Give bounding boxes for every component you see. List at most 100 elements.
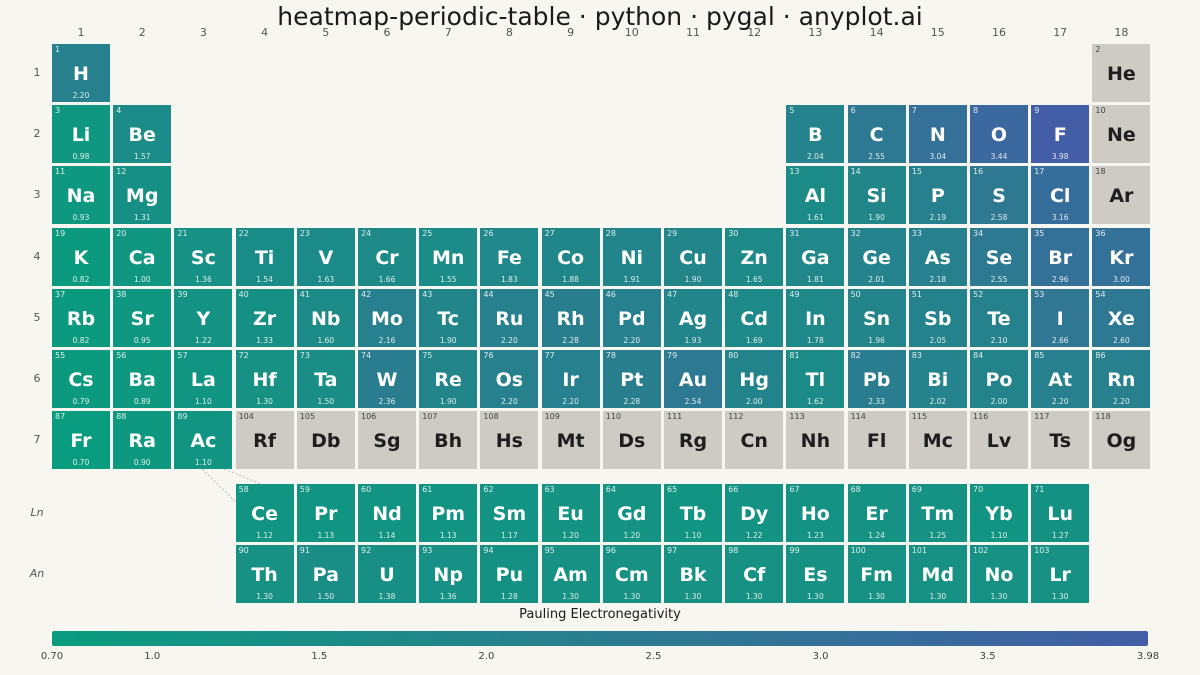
element-cell-bh[interactable]: 107 Bh bbox=[419, 411, 478, 469]
element-cell-cl[interactable]: 17 Cl 3.16 bbox=[1031, 166, 1090, 224]
element-cell-se[interactable]: 34 Se 2.55 bbox=[970, 228, 1028, 286]
element-cell-ge[interactable]: 32 Ge 2.01 bbox=[847, 228, 906, 286]
element-cell-nd[interactable]: 60 Nd 1.14 bbox=[358, 484, 416, 542]
element-cell-k[interactable]: 19 K 0.82 bbox=[52, 228, 110, 286]
element-cell-zr[interactable]: 40 Zr 1.33 bbox=[235, 289, 294, 347]
element-cell-po[interactable]: 84 Po 2.00 bbox=[970, 350, 1028, 408]
element-cell-ac[interactable]: 89 Ac 1.10 bbox=[174, 411, 233, 469]
element-cell-hs[interactable]: 108 Hs bbox=[480, 411, 539, 469]
element-cell-ne[interactable]: 10 Ne bbox=[1092, 105, 1151, 163]
element-cell-sc[interactable]: 21 Sc 1.36 bbox=[174, 228, 233, 286]
element-cell-s[interactable]: 16 S 2.58 bbox=[970, 166, 1028, 224]
element-cell-n[interactable]: 7 N 3.04 bbox=[908, 105, 967, 163]
element-cell-pt[interactable]: 78 Pt 2.28 bbox=[602, 350, 661, 408]
element-cell-as[interactable]: 33 As 2.18 bbox=[908, 228, 967, 286]
element-cell-te[interactable]: 52 Te 2.10 bbox=[970, 289, 1028, 347]
element-cell-th[interactable]: 90 Th 1.30 bbox=[235, 545, 294, 603]
element-cell-ds[interactable]: 110 Ds bbox=[602, 411, 661, 469]
element-cell-h[interactable]: 1 H 2.20 bbox=[52, 44, 110, 102]
element-cell-os[interactable]: 76 Os 2.20 bbox=[480, 350, 539, 408]
element-cell-bk[interactable]: 97 Bk 1.30 bbox=[664, 545, 722, 603]
element-cell-np[interactable]: 93 Np 1.36 bbox=[419, 545, 478, 603]
element-cell-lr[interactable]: 103 Lr 1.30 bbox=[1031, 545, 1090, 603]
element-cell-cu[interactable]: 29 Cu 1.90 bbox=[664, 228, 722, 286]
element-cell-ar[interactable]: 18 Ar bbox=[1092, 166, 1151, 224]
element-cell-li[interactable]: 3 Li 0.98 bbox=[52, 105, 110, 163]
element-cell-ru[interactable]: 44 Ru 2.20 bbox=[480, 289, 539, 347]
element-cell-fl[interactable]: 114 Fl bbox=[847, 411, 906, 469]
element-cell-lu[interactable]: 71 Lu 1.27 bbox=[1031, 484, 1090, 542]
element-cell-gd[interactable]: 64 Gd 1.20 bbox=[602, 484, 661, 542]
element-cell-lv[interactable]: 116 Lv bbox=[970, 411, 1028, 469]
element-cell-f[interactable]: 9 F 3.98 bbox=[1031, 105, 1090, 163]
element-cell-ga[interactable]: 31 Ga 1.81 bbox=[786, 228, 845, 286]
element-cell-am[interactable]: 95 Am 1.30 bbox=[541, 545, 600, 603]
element-cell-db[interactable]: 105 Db bbox=[296, 411, 355, 469]
element-cell-rf[interactable]: 104 Rf bbox=[235, 411, 294, 469]
element-cell-nh[interactable]: 113 Nh bbox=[786, 411, 845, 469]
element-cell-pa[interactable]: 91 Pa 1.50 bbox=[296, 545, 355, 603]
element-cell-re[interactable]: 75 Re 1.90 bbox=[419, 350, 478, 408]
element-cell-bi[interactable]: 83 Bi 2.02 bbox=[908, 350, 967, 408]
element-cell-ir[interactable]: 77 Ir 2.20 bbox=[541, 350, 600, 408]
element-cell-at[interactable]: 85 At 2.20 bbox=[1031, 350, 1090, 408]
element-cell-pd[interactable]: 46 Pd 2.20 bbox=[602, 289, 661, 347]
element-cell-al[interactable]: 13 Al 1.61 bbox=[786, 166, 845, 224]
element-cell-cr[interactable]: 24 Cr 1.66 bbox=[358, 228, 416, 286]
element-cell-rn[interactable]: 86 Rn 2.20 bbox=[1092, 350, 1151, 408]
element-cell-mn[interactable]: 25 Mn 1.55 bbox=[419, 228, 478, 286]
element-cell-sb[interactable]: 51 Sb 2.05 bbox=[908, 289, 967, 347]
element-cell-fm[interactable]: 100 Fm 1.30 bbox=[847, 545, 906, 603]
element-cell-tm[interactable]: 69 Tm 1.25 bbox=[908, 484, 967, 542]
element-cell-mg[interactable]: 12 Mg 1.31 bbox=[113, 166, 172, 224]
element-cell-rh[interactable]: 45 Rh 2.28 bbox=[541, 289, 600, 347]
element-cell-ti[interactable]: 22 Ti 1.54 bbox=[235, 228, 294, 286]
element-cell-be[interactable]: 4 Be 1.57 bbox=[113, 105, 172, 163]
element-cell-hg[interactable]: 80 Hg 2.00 bbox=[725, 350, 784, 408]
element-cell-tl[interactable]: 81 Tl 1.62 bbox=[786, 350, 845, 408]
element-cell-cd[interactable]: 48 Cd 1.69 bbox=[725, 289, 784, 347]
element-cell-es[interactable]: 99 Es 1.30 bbox=[786, 545, 845, 603]
element-cell-tb[interactable]: 65 Tb 1.10 bbox=[664, 484, 722, 542]
element-cell-w[interactable]: 74 W 2.36 bbox=[358, 350, 416, 408]
element-cell-ba[interactable]: 56 Ba 0.89 bbox=[113, 350, 172, 408]
element-cell-ni[interactable]: 28 Ni 1.91 bbox=[602, 228, 661, 286]
element-cell-cm[interactable]: 96 Cm 1.30 bbox=[602, 545, 661, 603]
element-cell-mt[interactable]: 109 Mt bbox=[541, 411, 600, 469]
element-cell-ag[interactable]: 47 Ag 1.93 bbox=[664, 289, 722, 347]
element-cell-cn[interactable]: 112 Cn bbox=[725, 411, 784, 469]
element-cell-he[interactable]: 2 He bbox=[1092, 44, 1151, 102]
element-cell-sm[interactable]: 62 Sm 1.17 bbox=[480, 484, 539, 542]
element-cell-tc[interactable]: 43 Tc 1.90 bbox=[419, 289, 478, 347]
element-cell-eu[interactable]: 63 Eu 1.20 bbox=[541, 484, 600, 542]
element-cell-ts[interactable]: 117 Ts bbox=[1031, 411, 1090, 469]
element-cell-zn[interactable]: 30 Zn 1.65 bbox=[725, 228, 784, 286]
element-cell-fe[interactable]: 26 Fe 1.83 bbox=[480, 228, 539, 286]
element-cell-p[interactable]: 15 P 2.19 bbox=[908, 166, 967, 224]
element-cell-kr[interactable]: 36 Kr 3.00 bbox=[1092, 228, 1151, 286]
element-cell-hf[interactable]: 72 Hf 1.30 bbox=[235, 350, 294, 408]
element-cell-b[interactable]: 5 B 2.04 bbox=[786, 105, 845, 163]
element-cell-br[interactable]: 35 Br 2.96 bbox=[1031, 228, 1090, 286]
element-cell-la[interactable]: 57 La 1.10 bbox=[174, 350, 233, 408]
element-cell-cs[interactable]: 55 Cs 0.79 bbox=[52, 350, 110, 408]
element-cell-pr[interactable]: 59 Pr 1.13 bbox=[296, 484, 355, 542]
element-cell-nb[interactable]: 41 Nb 1.60 bbox=[296, 289, 355, 347]
element-cell-fr[interactable]: 87 Fr 0.70 bbox=[52, 411, 110, 469]
element-cell-md[interactable]: 101 Md 1.30 bbox=[908, 545, 967, 603]
element-cell-mc[interactable]: 115 Mc bbox=[908, 411, 967, 469]
element-cell-mo[interactable]: 42 Mo 2.16 bbox=[358, 289, 416, 347]
element-cell-yb[interactable]: 70 Yb 1.10 bbox=[970, 484, 1028, 542]
element-cell-ca[interactable]: 20 Ca 1.00 bbox=[113, 228, 172, 286]
element-cell-in[interactable]: 49 In 1.78 bbox=[786, 289, 845, 347]
element-cell-ta[interactable]: 73 Ta 1.50 bbox=[296, 350, 355, 408]
element-cell-si[interactable]: 14 Si 1.90 bbox=[847, 166, 906, 224]
element-cell-rg[interactable]: 111 Rg bbox=[664, 411, 722, 469]
element-cell-y[interactable]: 39 Y 1.22 bbox=[174, 289, 233, 347]
element-cell-ra[interactable]: 88 Ra 0.90 bbox=[113, 411, 172, 469]
element-cell-er[interactable]: 68 Er 1.24 bbox=[847, 484, 906, 542]
element-cell-og[interactable]: 118 Og bbox=[1092, 411, 1151, 469]
element-cell-no[interactable]: 102 No 1.30 bbox=[970, 545, 1028, 603]
element-cell-dy[interactable]: 66 Dy 1.22 bbox=[725, 484, 784, 542]
element-cell-pb[interactable]: 82 Pb 2.33 bbox=[847, 350, 906, 408]
